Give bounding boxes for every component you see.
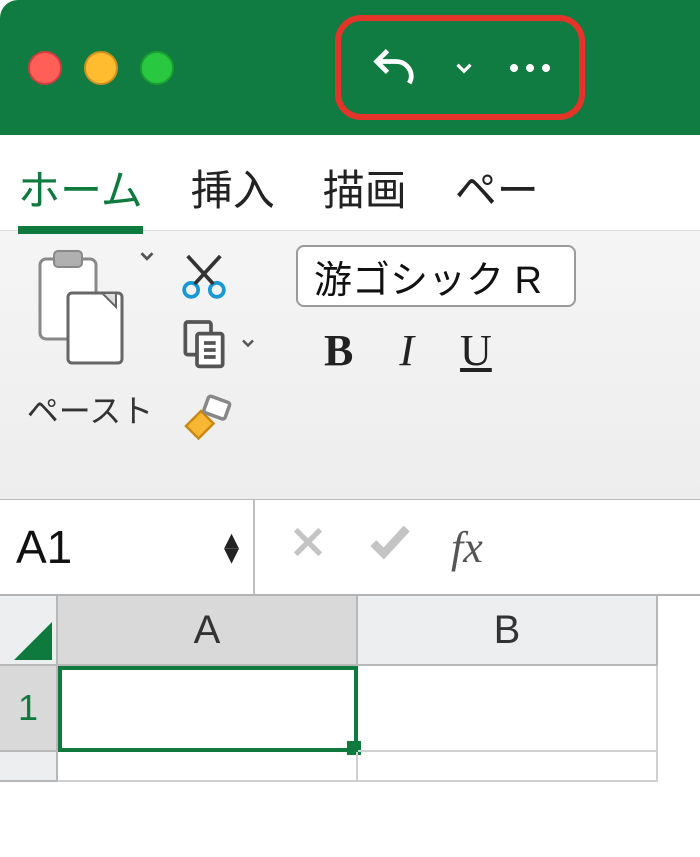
traffic-lights bbox=[28, 51, 174, 85]
cell-a1[interactable] bbox=[58, 666, 358, 752]
italic-button[interactable]: I bbox=[399, 325, 414, 376]
grid-row: 1 bbox=[0, 666, 700, 752]
select-all-corner[interactable] bbox=[0, 596, 58, 666]
format-painter-button[interactable] bbox=[176, 386, 236, 446]
window-close-button[interactable] bbox=[28, 51, 62, 85]
column-header-b[interactable]: B bbox=[358, 596, 658, 666]
window-titlebar bbox=[0, 0, 700, 135]
cell-b1[interactable] bbox=[358, 666, 658, 752]
font-name-selector[interactable]: 游ゴシック R bbox=[296, 245, 576, 307]
name-box[interactable]: A1 ▴▾ bbox=[0, 500, 255, 594]
grid-row bbox=[0, 752, 700, 782]
cell-a2[interactable] bbox=[58, 752, 358, 782]
font-name-value: 游ゴシック R bbox=[314, 249, 542, 304]
font-group: 游ゴシック R B I U bbox=[276, 245, 576, 499]
more-options-button[interactable] bbox=[508, 61, 552, 75]
paste-dropdown[interactable] bbox=[136, 245, 158, 273]
tab-page-layout[interactable]: ペー bbox=[455, 157, 539, 226]
row-header-1[interactable]: 1 bbox=[0, 666, 58, 752]
column-header-a[interactable]: A bbox=[58, 596, 358, 666]
undo-button[interactable] bbox=[368, 42, 420, 94]
formula-bar: A1 ▴▾ fx bbox=[0, 500, 700, 596]
ribbon-tabs: ホーム 挿入 描画 ペー bbox=[0, 135, 700, 230]
bold-button[interactable]: B bbox=[324, 325, 353, 376]
undo-history-dropdown[interactable] bbox=[451, 55, 477, 81]
window-maximize-button[interactable] bbox=[140, 51, 174, 85]
copy-dropdown[interactable] bbox=[238, 333, 258, 359]
name-box-value: A1 bbox=[16, 520, 72, 574]
ribbon: ペースト bbox=[0, 230, 700, 500]
clipboard-tools bbox=[176, 245, 258, 499]
underline-button[interactable]: U bbox=[460, 325, 492, 376]
spreadsheet-grid: A B 1 bbox=[0, 596, 700, 782]
paste-button[interactable] bbox=[22, 245, 132, 380]
confirm-formula-button[interactable] bbox=[365, 516, 415, 578]
clipboard-group: ペースト bbox=[22, 245, 158, 499]
tab-insert[interactable]: 挿入 bbox=[191, 157, 275, 226]
quick-access-toolbar-highlight bbox=[335, 15, 585, 120]
paste-label: ペースト bbox=[27, 386, 153, 432]
name-box-stepper[interactable]: ▴▾ bbox=[224, 532, 239, 562]
copy-button[interactable] bbox=[176, 315, 232, 376]
window-minimize-button[interactable] bbox=[84, 51, 118, 85]
cell-b2[interactable] bbox=[358, 752, 658, 782]
cancel-formula-button[interactable] bbox=[287, 520, 329, 575]
insert-function-button[interactable]: fx bbox=[451, 522, 483, 573]
tab-draw[interactable]: 描画 bbox=[323, 157, 407, 226]
column-headers: A B bbox=[0, 596, 700, 666]
row-header-2[interactable] bbox=[0, 752, 58, 782]
cut-button[interactable] bbox=[176, 249, 232, 305]
tab-home[interactable]: ホーム bbox=[18, 157, 143, 234]
